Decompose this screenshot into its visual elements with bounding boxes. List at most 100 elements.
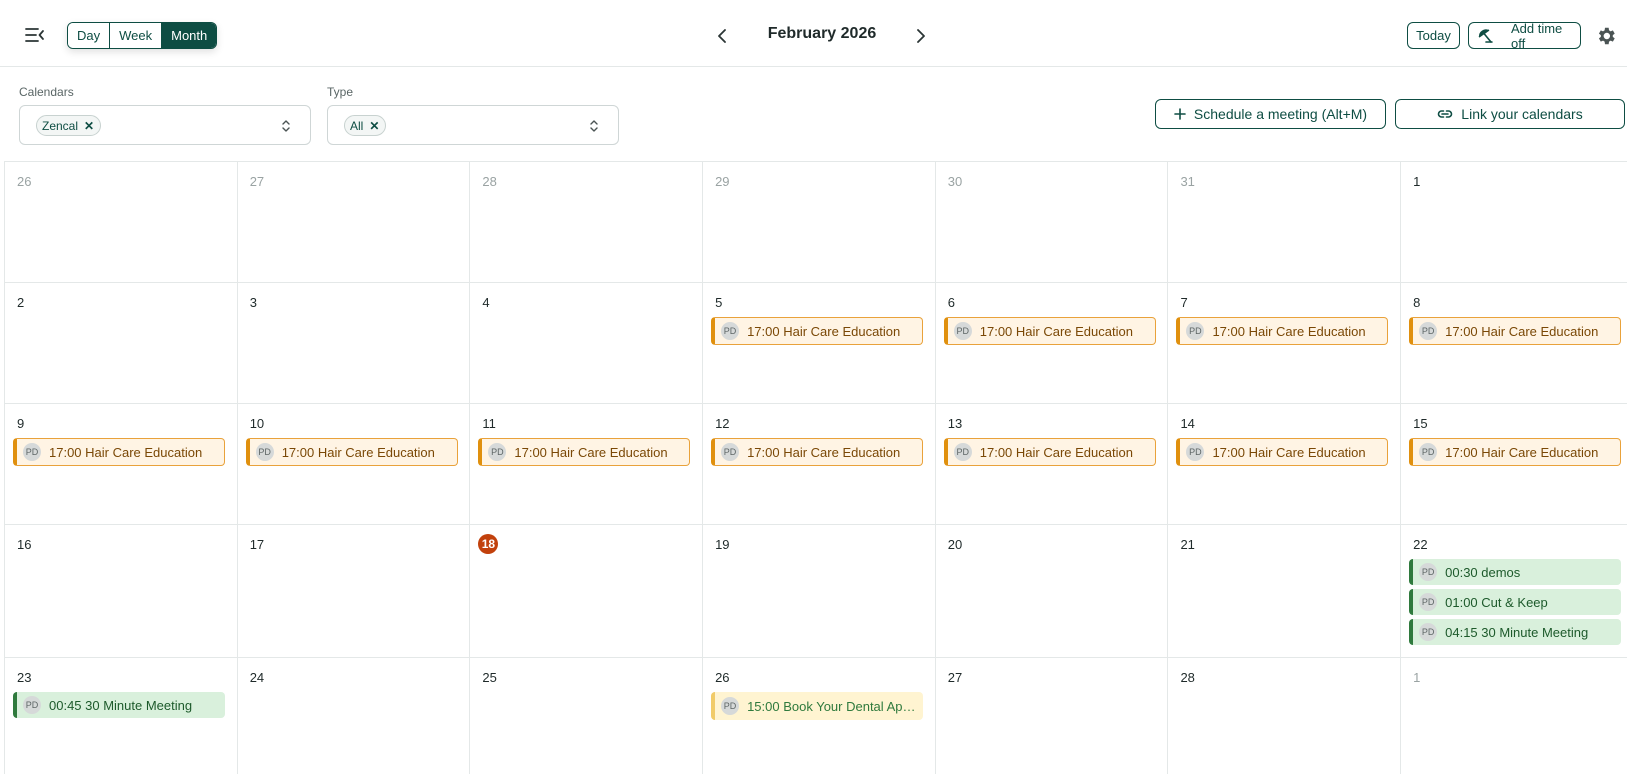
- day-number: 2: [17, 295, 25, 310]
- event-title: 15:00 Book Your Dental App...: [747, 698, 921, 714]
- calendars-select[interactable]: Zencal ✕: [19, 105, 311, 145]
- calendar-event[interactable]: PD 01:00 Cut & Keep: [1409, 589, 1622, 615]
- top-bar: Day Week Month February 2026 Today Add t…: [0, 0, 1627, 67]
- today-day-number: 18: [478, 534, 499, 554]
- week-row: 26 27 28 29 30 31 1: [5, 162, 1627, 283]
- event-title: 00:45 30 Minute Meeting: [49, 697, 193, 713]
- day-cell[interactable]: 14 PD 17:00 Hair Care Education: [1168, 404, 1402, 524]
- day-number: 14: [1180, 416, 1195, 431]
- day-cell[interactable]: 28: [1168, 658, 1402, 774]
- event-title: 04:15 30 Minute Meeting: [1445, 624, 1589, 640]
- day-number: 8: [1413, 295, 1421, 310]
- day-cell[interactable]: 7 PD 17:00 Hair Care Education: [1168, 283, 1402, 403]
- day-cell[interactable]: 15 PD 17:00 Hair Care Education: [1401, 404, 1627, 524]
- calendar-chip: Zencal ✕: [36, 115, 102, 136]
- calendar-event[interactable]: PD 15:00 Book Your Dental App...: [711, 692, 924, 720]
- day-cell[interactable]: 27: [936, 658, 1169, 774]
- type-select[interactable]: All ✕: [327, 105, 619, 145]
- day-cell[interactable]: 26: [5, 162, 238, 282]
- today-button[interactable]: Today: [1407, 22, 1460, 49]
- day-number: 28: [1180, 670, 1195, 685]
- previous-month-button[interactable]: [712, 24, 732, 48]
- calendar-event[interactable]: PD 17:00 Hair Care Education: [245, 438, 458, 466]
- day-number: 23: [17, 670, 32, 685]
- calendar-event[interactable]: PD 17:00 Hair Care Education: [1176, 438, 1389, 466]
- day-cell[interactable]: 17: [238, 525, 471, 657]
- day-cell[interactable]: 28: [470, 162, 704, 282]
- view-week-button[interactable]: Week: [110, 23, 163, 48]
- week-row: 2 3 4 5 PD 17:00 Hair Care Education 6 PD 17:00 …: [5, 283, 1627, 404]
- day-cell[interactable]: 30: [936, 162, 1169, 282]
- month-title: February 2026: [767, 25, 877, 42]
- add-time-off-button[interactable]: Add time off: [1468, 20, 1581, 51]
- calendar-event[interactable]: PD 17:00 Hair Care Education: [943, 438, 1156, 466]
- calendar-event[interactable]: PD 00:45 30 Minute Meeting: [13, 692, 225, 718]
- day-cell[interactable]: 2: [5, 283, 238, 403]
- day-number: 20: [947, 537, 963, 552]
- day-cell[interactable]: 16: [5, 525, 238, 657]
- remove-calendar-icon[interactable]: ✕: [84, 119, 94, 133]
- event-title: 17:00 Hair Care Education: [514, 444, 668, 460]
- calendar-event[interactable]: PD 17:00 Hair Care Education: [478, 438, 691, 466]
- day-number: 27: [947, 670, 963, 685]
- calendar-event[interactable]: PD 04:15 30 Minute Meeting: [1409, 619, 1622, 645]
- day-cell[interactable]: 29: [703, 162, 936, 282]
- week-row: 9 PD 17:00 Hair Care Education 10 PD 17:00 Ha…: [5, 404, 1627, 525]
- day-cell[interactable]: 31: [1168, 162, 1402, 282]
- day-cell[interactable]: 4: [470, 283, 704, 403]
- day-cell[interactable]: 25: [470, 658, 704, 774]
- day-number: 1: [1413, 670, 1421, 685]
- week-row: 16 17 18 19 20 21 22 PD 00:30 demos PD 01:00 Cut &…: [5, 525, 1627, 658]
- day-cell[interactable]: 8 PD 17:00 Hair Care Education: [1401, 283, 1627, 403]
- day-number: 10: [249, 416, 265, 431]
- collapse-menu-button[interactable]: [24, 24, 46, 46]
- day-cell[interactable]: 26 PD 15:00 Book Your Dental App...: [703, 658, 936, 774]
- day-cell[interactable]: 6 PD 17:00 Hair Care Education: [936, 283, 1169, 403]
- remove-type-icon[interactable]: ✕: [369, 119, 379, 133]
- type-chip: All ✕: [344, 115, 387, 136]
- day-cell[interactable]: 21: [1168, 525, 1402, 657]
- day-cell[interactable]: 13 PD 17:00 Hair Care Education: [936, 404, 1169, 524]
- schedule-meeting-button[interactable]: Schedule a meeting (Alt+M): [1155, 99, 1386, 129]
- add-time-off-label: Add time off: [1510, 20, 1563, 51]
- event-title: 17:00 Hair Care Education: [1445, 323, 1599, 339]
- settings-button[interactable]: [1595, 25, 1617, 47]
- day-cell[interactable]: 10 PD 17:00 Hair Care Education: [238, 404, 471, 524]
- day-cell[interactable]: 3: [238, 283, 471, 403]
- calendar-event[interactable]: PD 00:30 demos: [1409, 559, 1622, 585]
- calendar-event[interactable]: PD 17:00 Hair Care Education: [13, 438, 225, 466]
- calendar-event[interactable]: PD 17:00 Hair Care Education: [1409, 438, 1622, 466]
- day-cell[interactable]: 12 PD 17:00 Hair Care Education: [703, 404, 936, 524]
- event-title: 17:00 Hair Care Education: [979, 323, 1133, 339]
- avatar: PD: [721, 322, 740, 340]
- view-day-button[interactable]: Day: [68, 23, 111, 48]
- day-cell[interactable]: 23 PD 00:45 30 Minute Meeting: [5, 658, 238, 774]
- day-number: 1: [1413, 174, 1421, 189]
- day-cell[interactable]: 27: [238, 162, 471, 282]
- day-cell[interactable]: 5 PD 17:00 Hair Care Education: [703, 283, 936, 403]
- chevron-right-icon: [917, 29, 925, 43]
- day-cell[interactable]: 20: [936, 525, 1169, 657]
- avatar: PD: [23, 696, 41, 714]
- calendar-event[interactable]: PD 17:00 Hair Care Education: [711, 438, 924, 466]
- day-cell[interactable]: 1: [1401, 658, 1627, 774]
- day-number: 5: [715, 295, 723, 310]
- next-month-button[interactable]: [911, 24, 931, 48]
- day-cell[interactable]: 9 PD 17:00 Hair Care Education: [5, 404, 238, 524]
- day-cell[interactable]: 18: [470, 525, 704, 657]
- day-number: 27: [249, 174, 265, 189]
- day-cell[interactable]: 22 PD 00:30 demos PD 01:00 Cut & Keep PD 04:15…: [1401, 525, 1627, 657]
- view-month-button[interactable]: Month: [162, 23, 217, 48]
- calendar-event[interactable]: PD 17:00 Hair Care Education: [1409, 317, 1622, 345]
- day-cell[interactable]: 11 PD 17:00 Hair Care Education: [470, 404, 704, 524]
- day-cell[interactable]: 24: [238, 658, 471, 774]
- avatar: PD: [953, 443, 972, 461]
- link-calendars-button[interactable]: Link your calendars: [1395, 99, 1625, 129]
- calendar-event[interactable]: PD 17:00 Hair Care Education: [1176, 317, 1389, 345]
- link-icon: [1438, 110, 1453, 118]
- calendar-event[interactable]: PD 17:00 Hair Care Education: [943, 317, 1156, 345]
- event-title: 17:00 Hair Care Education: [1445, 444, 1599, 460]
- calendar-event[interactable]: PD 17:00 Hair Care Education: [711, 317, 924, 345]
- day-cell[interactable]: 1: [1401, 162, 1627, 282]
- day-cell[interactable]: 19: [703, 525, 936, 657]
